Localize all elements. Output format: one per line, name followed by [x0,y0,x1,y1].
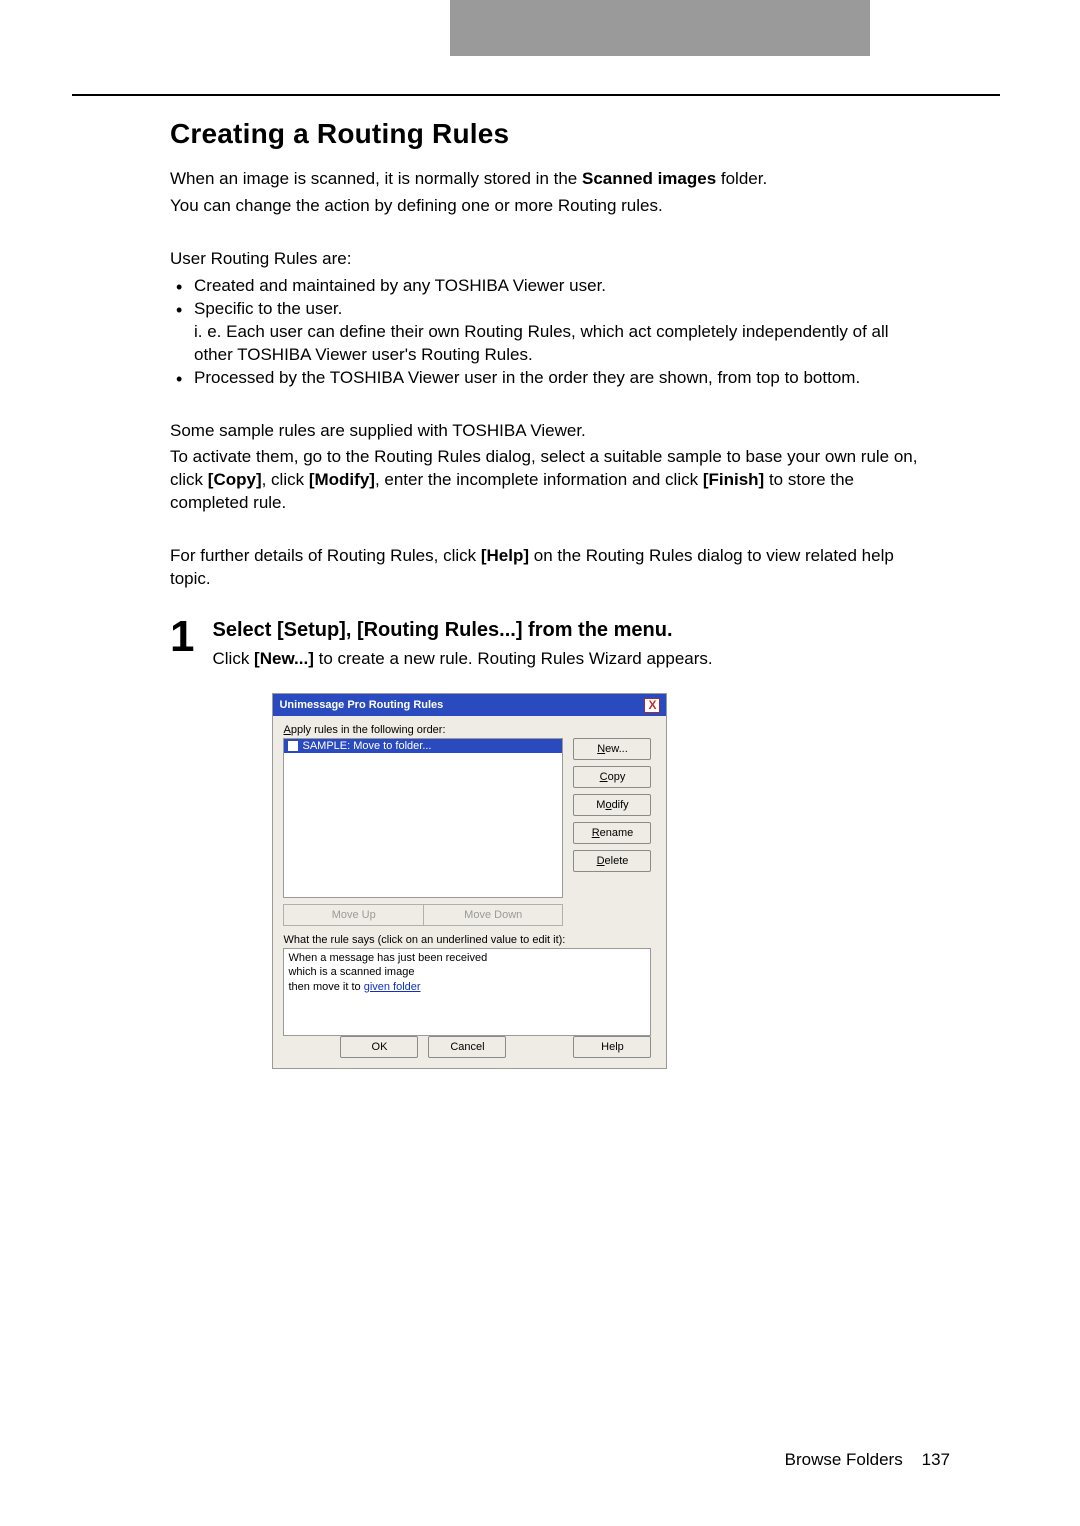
bullet-subtext: i. e. Each user can define their own Rou… [194,321,930,367]
step-body: Select [Setup], [Routing Rules...] from … [212,619,930,1069]
list-item-label: SAMPLE: Move to folder... [302,740,431,752]
bullet-item: Processed by the TOSHIBA Viewer user in … [170,367,930,390]
step-block: 1 Select [Setup], [Routing Rules...] fro… [170,619,930,1069]
dialog-body: Apply rules in the following order: SAMP… [273,716,666,1068]
rules-label: User Routing Rules are: [170,248,930,271]
text: dify [612,799,629,811]
sample-paragraph-2: To activate them, go to the Routing Rule… [170,446,930,515]
text: folder. [716,169,767,188]
step-title: Select [Setup], [Routing Rules...] from … [212,619,930,642]
sample-paragraph-1: Some sample rules are supplied with TOSH… [170,420,930,443]
routing-rules-dialog: Unimessage Pro Routing Rules X Apply rul… [272,693,667,1069]
footer-page-number: 137 [922,1450,950,1469]
new-button[interactable]: New... [573,738,651,760]
rule-description-label: What the rule says (click on an underlin… [283,934,656,946]
document-page: Creating a Routing Rules When an image i… [0,0,1080,1526]
text: to create a new rule. Routing Rules Wiza… [314,649,713,668]
text: For further details of Routing Rules, cl… [170,546,481,565]
help-button[interactable]: Help [573,1036,651,1058]
dialog-title-text: Unimessage Pro Routing Rules [279,694,443,716]
accelerator: U [362,909,370,921]
step-text: Click [New...] to create a new rule. Rou… [212,648,930,671]
header-tab [450,0,870,56]
cancel-button[interactable]: Cancel [428,1036,506,1058]
delete-button[interactable]: Delete [573,850,651,872]
text: , enter the incomplete information and c… [375,470,703,489]
horizontal-rule [72,94,1000,96]
dialog-titlebar[interactable]: Unimessage Pro Routing Rules X [273,694,666,716]
dialog-footer: OK Cancel Help [283,1036,651,1058]
given-folder-link[interactable]: given folder [364,981,421,993]
accelerator: N [597,743,605,755]
bold-text: [Copy] [208,470,262,489]
rules-listbox[interactable]: SAMPLE: Move to folder... [283,738,563,898]
text: then move it to [288,981,363,993]
rule-description-box[interactable]: When a message has just been received wh… [283,948,651,1036]
intro-paragraph-2: You can change the action by defining on… [170,195,930,218]
rules-list-item-selected[interactable]: SAMPLE: Move to folder... [284,739,562,753]
apply-rules-label: Apply rules in the following order: [283,724,656,736]
intro-paragraph-1: When an image is scanned, it is normally… [170,168,930,191]
text: n [516,909,522,921]
text: Move [332,909,362,921]
close-icon[interactable]: X [644,698,660,713]
dialog-row: SAMPLE: Move to folder... New... Copy Mo… [283,738,656,898]
copy-button[interactable]: Copy [573,766,651,788]
accelerator: w [508,909,516,921]
accelerator: A [283,724,290,736]
bullet-item: Created and maintained by any TOSHIBA Vi… [170,275,930,298]
bullet-list: Created and maintained by any TOSHIBA Vi… [170,275,930,390]
text: ename [600,827,634,839]
accelerator: C [600,771,608,783]
bold-text: [New...] [254,649,314,668]
text: Specific to the user. [194,299,342,318]
text: When an image is scanned, it is normally… [170,169,582,188]
footer-section: Browse Folders [785,1450,903,1469]
move-down-button[interactable]: Move Down [424,904,564,926]
rename-button[interactable]: Rename [573,822,651,844]
ok-button[interactable]: OK [340,1036,418,1058]
desc-line: then move it to given folder [288,980,646,994]
desc-line: which is a scanned image [288,965,646,979]
move-buttons-row: Move Up Move Down [283,904,563,926]
text: elete [605,855,629,867]
bold-text: Scanned images [582,169,716,188]
text: Move Do [464,909,508,921]
content-area: Creating a Routing Rules When an image i… [170,118,930,1069]
desc-line: When a message has just been received [288,951,646,965]
accelerator: D [597,855,605,867]
modify-button[interactable]: Modify [573,794,651,816]
bold-text: [Help] [481,546,529,565]
text: opy [608,771,626,783]
page-footer: Browse Folders 137 [785,1450,950,1470]
text: pply rules in the following order: [291,724,446,736]
text: , click [262,470,309,489]
button-column: New... Copy Modify Rename Delete [573,738,651,898]
text: p [370,909,376,921]
checkbox-icon[interactable] [288,741,298,751]
bold-text: [Finish] [703,470,764,489]
accelerator: R [592,827,600,839]
step-number: 1 [170,615,194,659]
text: ew... [605,743,628,755]
page-title: Creating a Routing Rules [170,118,930,150]
move-up-button[interactable]: Move Up [283,904,424,926]
text: Click [212,649,254,668]
bullet-item: Specific to the user. i. e. Each user ca… [170,298,930,367]
help-paragraph: For further details of Routing Rules, cl… [170,545,930,591]
bold-text: [Modify] [309,470,375,489]
